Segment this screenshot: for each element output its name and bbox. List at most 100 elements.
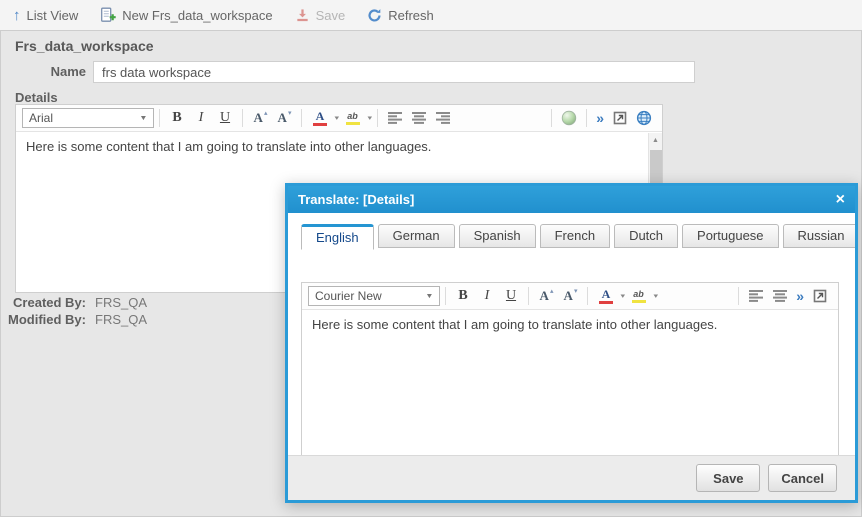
tab-russian[interactable]: Russian: [783, 224, 855, 248]
name-label: Name: [1, 64, 86, 79]
grow-font-icon: A: [540, 288, 549, 304]
modified-by-value: FRS_QA: [95, 312, 147, 327]
created-by-label: Created By:: [1, 295, 86, 310]
align-left-button[interactable]: [384, 107, 406, 129]
chevron-down-icon[interactable]: ▾: [620, 292, 625, 300]
blue-globe-icon: [636, 110, 652, 126]
tab-german[interactable]: German: [378, 224, 455, 248]
align-left-icon: [749, 290, 763, 302]
spellcheck-globe-button[interactable]: [558, 107, 580, 129]
italic-icon: I: [485, 288, 490, 304]
bold-icon: B: [172, 110, 181, 126]
chevron-down-icon: ▼: [139, 115, 147, 122]
grow-font-icon: A: [254, 110, 263, 126]
highlight-button[interactable]: ab: [342, 107, 364, 129]
toolbar-separator: [301, 109, 302, 127]
shrink-font-button[interactable]: A▾: [559, 285, 581, 307]
align-center-button[interactable]: [769, 285, 791, 307]
refresh-button[interactable]: Refresh: [367, 8, 434, 23]
dialog-title: Translate: [Details]: [298, 192, 414, 207]
modified-by-label: Modified By:: [1, 312, 86, 327]
font-family-value: Arial: [29, 111, 53, 125]
toolbar-separator: [528, 287, 529, 305]
refresh-icon: [367, 8, 382, 23]
dialog-footer: Save Cancel: [288, 455, 855, 500]
italic-button[interactable]: I: [190, 107, 212, 129]
font-color-button[interactable]: A: [595, 285, 617, 307]
details-editor-toolbar: Arial ▼ B I U A▴ A▾ A ▾: [16, 105, 662, 132]
underline-icon: U: [220, 110, 230, 126]
maximize-button[interactable]: [609, 107, 631, 129]
tab-spanish[interactable]: Spanish: [459, 224, 536, 248]
bold-icon: B: [458, 288, 467, 304]
toolbar-separator: [445, 287, 446, 305]
chevron-down-icon[interactable]: ▾: [653, 292, 658, 300]
page-title: Frs_data_workspace: [15, 38, 154, 54]
save-button[interactable]: Save: [295, 8, 346, 23]
translate-dialog-body: EnglishGermanSpanishFrenchDutchPortugues…: [288, 213, 855, 500]
save-button[interactable]: Save: [696, 464, 760, 492]
chevron-down-icon[interactable]: ▾: [367, 114, 372, 122]
translation-editor: Courier New ▼ B I U A▴ A▾ A ▾: [301, 282, 839, 465]
grow-font-button[interactable]: A▴: [535, 285, 557, 307]
list-view-button[interactable]: ↑ List View: [13, 8, 78, 23]
align-center-button[interactable]: [408, 107, 430, 129]
arrow-up-icon: ↑: [13, 8, 21, 23]
chevron-down-icon[interactable]: ▾: [334, 114, 339, 122]
italic-button[interactable]: I: [476, 285, 498, 307]
green-globe-icon: [561, 110, 577, 126]
translate-dialog: Translate: [Details] × EnglishGermanSpan…: [285, 183, 858, 503]
highlight-split: ab ▾: [627, 285, 658, 307]
align-left-button[interactable]: [745, 285, 767, 307]
translation-editor-content[interactable]: Here is some content that I am going to …: [302, 310, 838, 340]
scroll-up-button[interactable]: ▲: [649, 133, 662, 147]
toolbar-overflow-button[interactable]: »: [592, 110, 608, 126]
translate-dialog-header[interactable]: Translate: [Details] ×: [288, 186, 855, 213]
translate-button[interactable]: [633, 107, 655, 129]
bold-button[interactable]: B: [452, 285, 474, 307]
toolbar-separator: [377, 109, 378, 127]
maximize-button[interactable]: [809, 285, 831, 307]
align-center-icon: [412, 112, 426, 124]
tab-dutch[interactable]: Dutch: [614, 224, 678, 248]
save-label: Save: [316, 8, 346, 23]
created-by-value: FRS_QA: [95, 295, 147, 310]
highlight-icon: ab: [632, 290, 646, 303]
underline-icon: U: [506, 288, 516, 304]
details-editor-content[interactable]: Here is some content that I am going to …: [16, 132, 662, 162]
refresh-label: Refresh: [388, 8, 434, 23]
highlight-split: ab ▾: [341, 107, 372, 129]
bold-button[interactable]: B: [166, 107, 188, 129]
font-family-select[interactable]: Arial ▼: [22, 108, 154, 128]
font-family-value: Courier New: [315, 289, 382, 303]
tab-portuguese[interactable]: Portuguese: [682, 224, 779, 248]
new-workspace-button[interactable]: New Frs_data_workspace: [100, 7, 272, 23]
list-view-label: List View: [27, 8, 79, 23]
toolbar-separator: [587, 287, 588, 305]
shrink-font-icon: A: [564, 288, 573, 304]
toolbar-separator: [551, 109, 552, 127]
toolbar-separator: [738, 287, 739, 305]
font-color-button[interactable]: A: [309, 107, 331, 129]
shrink-font-button[interactable]: A▾: [273, 107, 295, 129]
highlight-icon: ab: [346, 112, 360, 125]
new-document-icon: [100, 7, 116, 23]
name-input[interactable]: [93, 61, 695, 83]
maximize-icon: [813, 289, 827, 303]
toolbar-overflow-button[interactable]: »: [792, 288, 808, 304]
close-icon[interactable]: ×: [836, 192, 845, 208]
italic-icon: I: [199, 110, 204, 126]
underline-button[interactable]: U: [500, 285, 522, 307]
align-left-icon: [388, 112, 402, 124]
grow-font-button[interactable]: A▴: [249, 107, 271, 129]
tab-english[interactable]: English: [301, 224, 374, 250]
highlight-button[interactable]: ab: [628, 285, 650, 307]
top-toolbar: ↑ List View New Frs_data_workspace Save …: [0, 0, 862, 30]
cancel-button[interactable]: Cancel: [768, 464, 837, 492]
font-color-split: A ▾: [308, 107, 339, 129]
language-tabs: EnglishGermanSpanishFrenchDutchPortugues…: [301, 224, 855, 250]
align-right-button[interactable]: [432, 107, 454, 129]
underline-button[interactable]: U: [214, 107, 236, 129]
tab-french[interactable]: French: [540, 224, 610, 248]
font-family-select[interactable]: Courier New ▼: [308, 286, 440, 306]
